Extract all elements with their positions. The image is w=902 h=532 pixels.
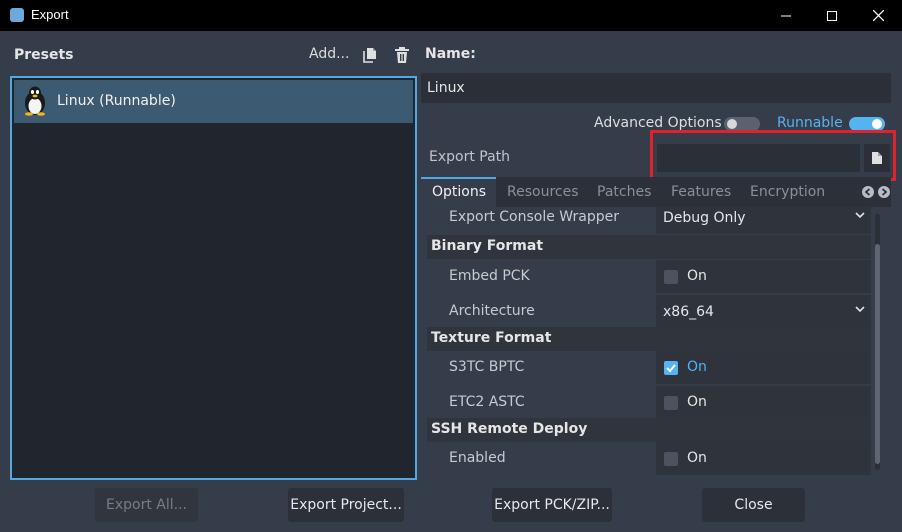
- s3tc-bptc-checkbox[interactable]: [664, 361, 678, 375]
- tab-resources[interactable]: Resources: [507, 184, 579, 200]
- section-ssh-remote-deploy[interactable]: SSH Remote Deploy: [427, 418, 871, 442]
- etc2-astc-checkbox[interactable]: [664, 396, 678, 410]
- tab-encryption[interactable]: Encryption: [750, 184, 825, 200]
- checkbox-text: On: [687, 394, 707, 410]
- option-architecture[interactable]: Architecture x86_64: [427, 295, 871, 328]
- window-title: Export: [31, 7, 69, 22]
- export-pck-zip-button[interactable]: Export PCK/ZIP...: [492, 488, 612, 522]
- close-icon: [872, 10, 884, 21]
- add-preset-button[interactable]: Add...: [309, 46, 349, 62]
- console-wrapper-select[interactable]: Debug Only: [663, 210, 746, 226]
- presets-heading: Presets: [14, 47, 74, 63]
- preset-list[interactable]: Linux (Runnable): [10, 76, 417, 480]
- architecture-select[interactable]: x86_64: [663, 304, 714, 320]
- option-label: Export Console Wrapper: [449, 209, 619, 225]
- checkmark-icon: [666, 364, 676, 373]
- option-label: Embed PCK: [449, 268, 530, 284]
- tab-features[interactable]: Features: [671, 184, 731, 200]
- godot-app-icon: [10, 8, 24, 22]
- option-label: Enabled: [449, 450, 506, 466]
- annotation-highlight-box: [650, 130, 896, 181]
- title-bar: Export: [0, 0, 902, 31]
- tab-bar: Options Resources Patches Features Encry…: [421, 177, 891, 207]
- scrollbar-thumb[interactable]: [875, 244, 880, 464]
- preset-item-linux[interactable]: Linux (Runnable): [14, 80, 413, 123]
- minimize-icon: [781, 15, 791, 16]
- maximize-icon: [827, 10, 837, 21]
- tab-patches[interactable]: Patches: [597, 184, 651, 200]
- name-label: Name:: [425, 46, 476, 62]
- tab-scroll-left-icon[interactable]: [862, 186, 874, 198]
- tab-options[interactable]: Options: [432, 184, 486, 200]
- minimize-button[interactable]: [763, 0, 809, 31]
- delete-preset-icon[interactable]: [395, 47, 409, 67]
- section-binary-format[interactable]: Binary Format: [427, 235, 871, 259]
- runnable-toggle[interactable]: [849, 117, 885, 131]
- option-label: ETC2 ASTC: [449, 394, 525, 410]
- option-embed-pck[interactable]: Embed PCK On: [427, 260, 871, 293]
- advanced-options-toggle[interactable]: [724, 117, 760, 131]
- options-panel[interactable]: Export Console Wrapper Debug Only Binary…: [421, 207, 891, 480]
- name-input-value: Linux: [427, 80, 465, 96]
- export-project-button[interactable]: Export Project...: [288, 488, 404, 522]
- section-texture-format[interactable]: Texture Format: [427, 327, 871, 351]
- close-button[interactable]: Close: [702, 488, 805, 522]
- option-s3tc-bptc[interactable]: S3TC BPTC On: [427, 351, 871, 384]
- checkbox-text: On: [687, 450, 707, 466]
- name-input[interactable]: Linux: [421, 73, 891, 103]
- option-label: Architecture: [449, 303, 535, 319]
- export-all-button[interactable]: Export All...: [95, 488, 198, 522]
- export-dialog-body: Presets Add... Linux (Runnable) Name: Li…: [0, 31, 902, 532]
- options-scrollbar[interactable]: [875, 214, 880, 470]
- option-ssh-enabled[interactable]: Enabled On: [427, 442, 871, 475]
- option-label: S3TC BPTC: [449, 359, 525, 375]
- linux-tux-icon: [22, 86, 48, 120]
- checkbox-text: On: [687, 359, 707, 375]
- ssh-enabled-checkbox[interactable]: [664, 452, 678, 466]
- embed-pck-checkbox[interactable]: [664, 270, 678, 284]
- option-etc2-astc[interactable]: ETC2 ASTC On: [427, 386, 871, 419]
- tab-scroll-right-icon[interactable]: [878, 186, 890, 198]
- section-title: Texture Format: [431, 330, 552, 346]
- duplicate-preset-icon[interactable]: [363, 47, 377, 67]
- runnable-label: Runnable: [777, 115, 843, 131]
- checkbox-text: On: [687, 268, 707, 284]
- section-title: Binary Format: [431, 238, 544, 254]
- close-window-button[interactable]: [855, 0, 901, 31]
- chevron-down-icon: [855, 306, 865, 313]
- export-path-label: Export Path: [429, 149, 511, 165]
- chevron-down-icon: [855, 212, 865, 219]
- preset-item-label: Linux (Runnable): [57, 93, 176, 109]
- maximize-button[interactable]: [809, 0, 855, 31]
- option-export-console-wrapper[interactable]: Export Console Wrapper Debug Only: [427, 207, 871, 234]
- advanced-options-label: Advanced Options: [594, 115, 722, 131]
- section-title: SSH Remote Deploy: [431, 421, 588, 437]
